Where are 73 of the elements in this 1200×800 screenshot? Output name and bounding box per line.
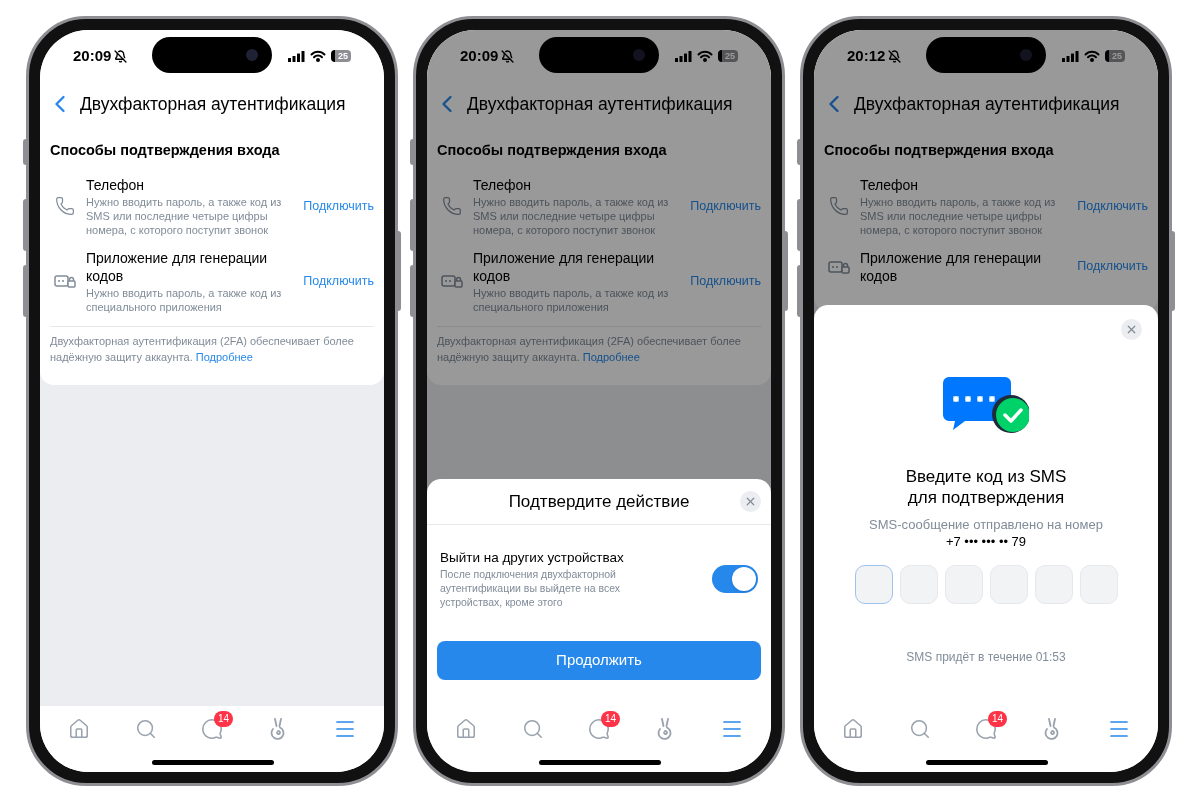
method-description: Нужно вводить пароль, а также код из SMS или последние четыре цифры номера, с которого поступит звонок [860,194,1057,237]
sms-sent-note: SMS-сообщение отправлено на номер [869,516,1103,533]
section-title: Способы подтверждения входа [436,141,668,160]
code-digit-field[interactable] [854,565,893,604]
phone-icon [829,196,849,217]
search-icon[interactable] [908,718,931,740]
footnote-text: Двухфакторная аутентификация (2FA) обеспечивает более надёжную защиту аккаунта. Подробнее [50,333,355,365]
wifi-icon [1084,50,1100,62]
method-description: Нужно вводить пароль, а также код из SMS или последние четыре цифры номера, с которого поступит звонок [473,194,670,237]
method-title: Приложение для генерации кодов [473,248,656,285]
battery-level: 25 [718,50,738,62]
section-title: Способы подтверждения входа [49,141,281,160]
sheet-title: Подтвердите действие [508,490,690,513]
learn-more-link[interactable]: Подробнее [195,350,253,363]
home-icon[interactable] [455,718,478,740]
method-title: Телефон [473,175,533,194]
connect-link[interactable]: Подключить [690,196,761,216]
sheet-title: для подтверждения [907,487,1065,508]
sms-timer: SMS придёт в течение 01:53 [906,649,1066,666]
bell-off-icon [888,49,902,63]
method-description: Нужно вводить пароль, а также код из специального приложения [473,285,670,314]
close-button[interactable] [1121,319,1142,340]
signal-icon [288,50,305,62]
code-lock-icon [54,273,76,290]
bell-off-icon [501,49,515,63]
unread-badge: 14 [987,711,1008,727]
connect-link[interactable]: Подключить [1077,196,1148,216]
home-icon[interactable] [68,718,91,740]
code-lock-icon [441,273,463,290]
connect-link[interactable]: Подключить [303,271,374,291]
close-icon [744,495,757,508]
sheet-title: Введите код из SMS [905,466,1067,487]
phone-icon [442,196,462,217]
bell-off-icon [114,49,128,63]
connect-link[interactable]: Подключить [690,271,761,291]
learn-more-link[interactable]: Подробнее [582,350,640,363]
footnote-text: Двухфакторная аутентификация (2FA) обеспечивает более надёжную защиту аккаунта. Подробнее [437,333,742,365]
signal-icon [675,50,692,62]
battery-level: 25 [331,50,351,62]
masked-phone-number: +7 ••• ••• •• 79 [945,533,1027,550]
search-icon[interactable] [134,718,157,740]
page-title: Двухфакторная аутентификация [80,92,346,116]
method-title: Телефон [860,175,920,194]
unread-badge: 14 [600,711,621,727]
close-button[interactable] [740,491,761,512]
connect-link[interactable]: Подключить [1077,257,1148,277]
connect-link[interactable]: Подключить [303,196,374,216]
continue-button[interactable]: Продолжить [437,641,761,680]
sms-code-check-icon [943,377,1029,433]
method-description: Нужно вводить пароль, а также код из специального приложения [86,285,283,314]
status-time: 20:09 [460,45,499,66]
method-title: Приложение для генерации кодов [860,248,1043,285]
search-icon[interactable] [521,718,544,740]
option-description: После подключения двухфакторной аутентификации вы выйдете на всех устройствах, кроме этого [440,567,622,609]
page-title: Двухфакторная аутентификация [854,92,1120,116]
signal-icon [1062,50,1079,62]
home-icon[interactable] [842,718,865,740]
phone-icon [55,196,75,217]
battery-level: 25 [1105,50,1125,62]
wifi-icon [697,50,713,62]
wifi-icon [310,50,326,62]
status-time: 20:09 [73,45,112,66]
unread-badge: 14 [213,711,234,727]
status-time: 20:12 [847,45,886,66]
toggle-switch[interactable] [712,565,758,593]
method-title: Приложение для генерации кодов [86,248,269,285]
section-title: Способы подтверждения входа [823,141,1055,160]
method-description: Нужно вводить пароль, а также код из SMS или последние четыре цифры номера, с которого поступит звонок [86,194,283,237]
method-title: Телефон [86,175,146,194]
option-title: Выйти на других устройствах [440,549,625,566]
page-title: Двухфакторная аутентификация [467,92,733,116]
code-lock-icon [828,258,850,275]
close-icon [1125,323,1138,336]
